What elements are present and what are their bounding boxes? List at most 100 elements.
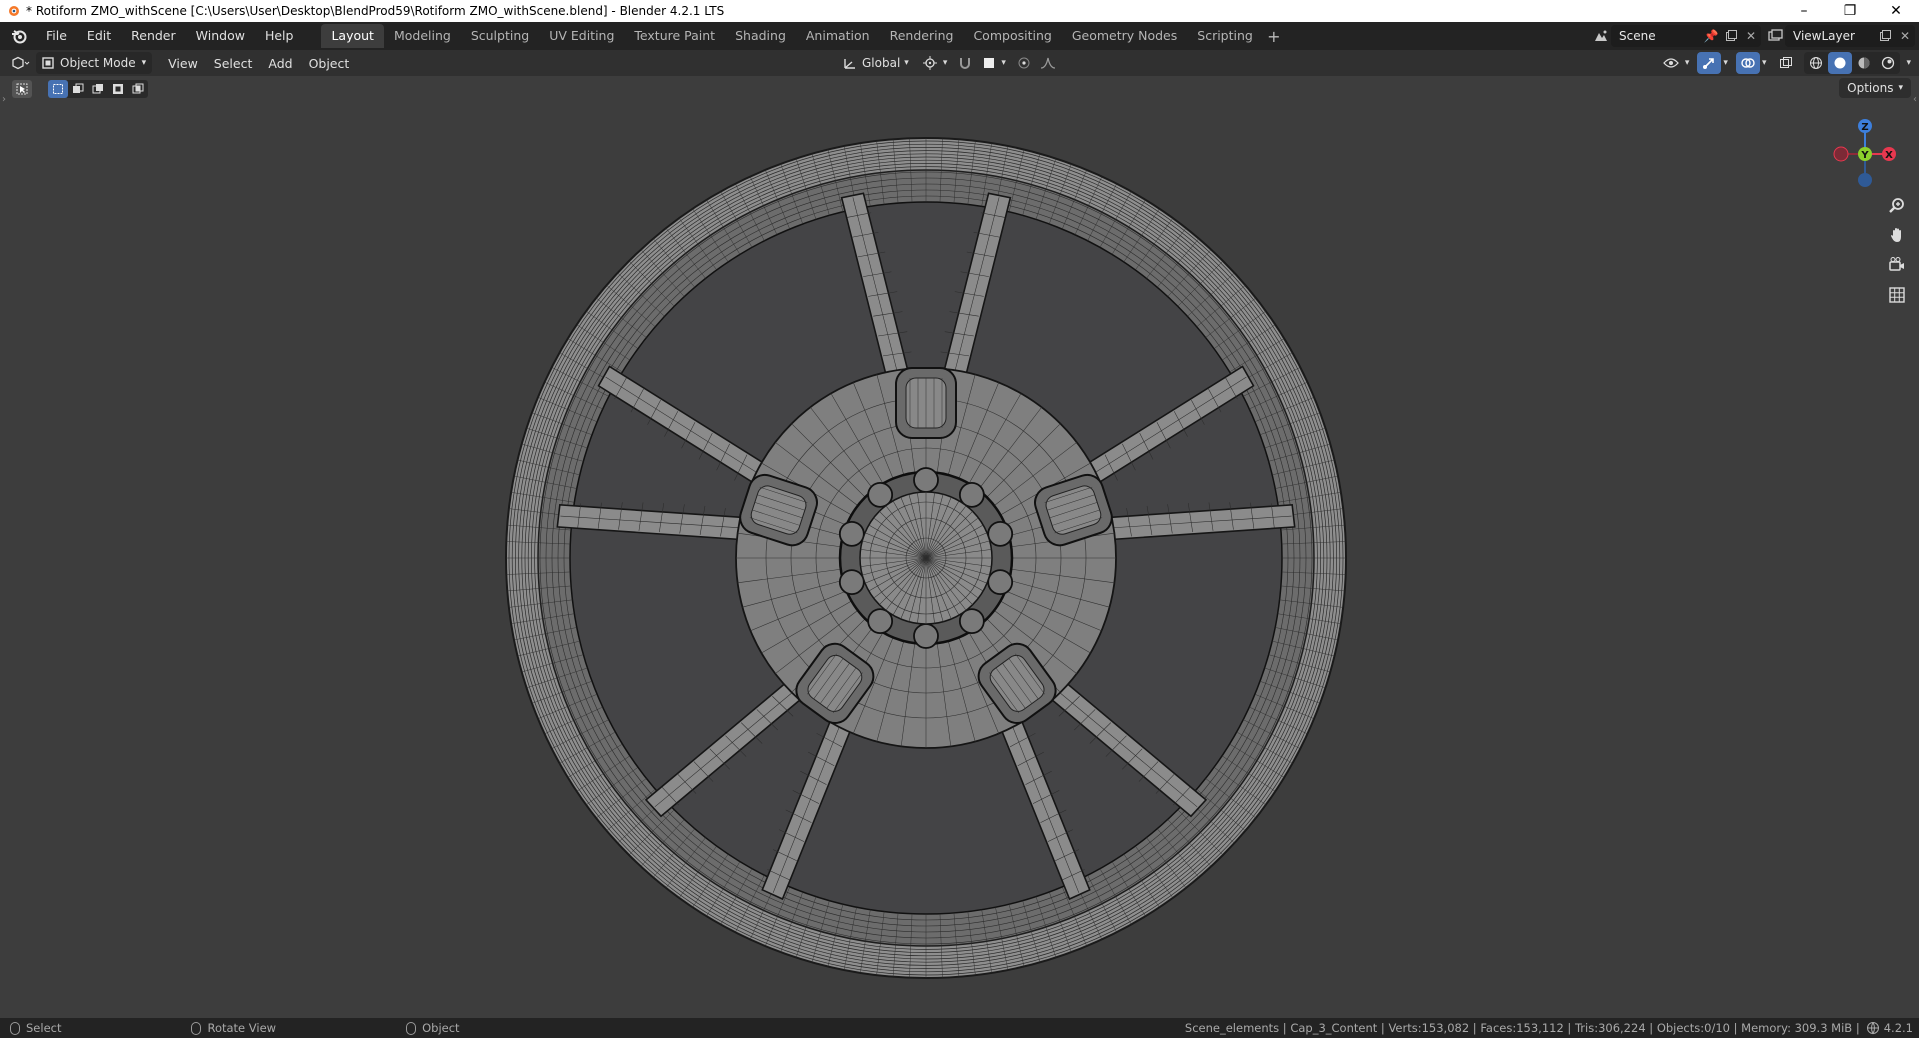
wireframe-shading-icon[interactable]: [1804, 52, 1828, 74]
x-axis-label: X: [1885, 150, 1893, 161]
delete-view-layer-icon[interactable]: ✕: [1895, 25, 1915, 47]
close-button[interactable]: ✕: [1873, 0, 1919, 22]
tab-layout[interactable]: Layout: [321, 24, 384, 48]
z-axis-label: Z: [1861, 122, 1868, 133]
stats-text: Scene_elements | Cap_3_Content | Verts:1…: [1184, 1021, 1860, 1035]
lug-bolt: [987, 569, 1014, 596]
menu-select[interactable]: Select: [206, 56, 261, 71]
chevron-down-icon: ▾: [1684, 58, 1690, 68]
select-invert-icon[interactable]: [108, 80, 128, 98]
solid-shading-icon[interactable]: [1828, 52, 1853, 74]
tab-shading[interactable]: Shading: [725, 24, 796, 48]
blender-logo-icon[interactable]: [8, 25, 30, 47]
status-bar: Select Rotate View Object Scene_elements…: [0, 1018, 1919, 1038]
toolbar-expand-icon[interactable]: ›: [2, 94, 6, 105]
minimize-button[interactable]: –: [1781, 0, 1827, 22]
top-bar: File Edit Render Window Help Layout Mode…: [0, 22, 1919, 50]
scene-selectors: Scene 📌 ✕ ViewLayer ✕: [1591, 22, 1919, 50]
y-axis-label: Y: [1860, 150, 1869, 161]
new-view-layer-icon[interactable]: [1875, 25, 1895, 47]
snap-target-icon[interactable]: [977, 52, 1001, 74]
new-scene-icon[interactable]: [1721, 25, 1741, 47]
chevron-down-icon: ▾: [1898, 83, 1903, 93]
window-titlebar: * Rotiform ZMO_withScene [C:\Users\User\…: [0, 0, 1919, 22]
tab-sculpting[interactable]: Sculpting: [461, 24, 539, 48]
select-new-icon[interactable]: [48, 80, 68, 98]
scene-selector[interactable]: Scene 📌 ✕: [1611, 25, 1761, 47]
tab-geometry-nodes[interactable]: Geometry Nodes: [1062, 24, 1187, 48]
view-layer-name: ViewLayer: [1793, 29, 1855, 43]
pin-icon[interactable]: 📌: [1701, 25, 1721, 47]
select-tool-icon[interactable]: [12, 80, 32, 98]
pivot-point-icon[interactable]: [919, 52, 943, 74]
proportional-edit-icon[interactable]: [1012, 52, 1036, 74]
overlays-icon[interactable]: [1735, 52, 1760, 74]
select-subtract-icon[interactable]: [88, 80, 108, 98]
chevron-down-icon: ▾: [1001, 58, 1006, 68]
menu-window[interactable]: Window: [186, 24, 255, 48]
falloff-icon[interactable]: [1036, 52, 1060, 74]
transform-orientation[interactable]: Global: [862, 56, 900, 70]
snap-icon[interactable]: [953, 52, 977, 74]
status-rotate-label: Rotate View: [207, 1021, 277, 1035]
sidebar-expand-icon[interactable]: ‹: [1913, 94, 1917, 105]
gizmo-toggle-icon[interactable]: [1697, 52, 1722, 74]
hub-pocket: [895, 367, 957, 439]
scene-name: Scene: [1619, 29, 1656, 43]
menu-help[interactable]: Help: [255, 24, 304, 48]
view-layer-selector[interactable]: ViewLayer ✕: [1785, 25, 1915, 47]
menu-edit[interactable]: Edit: [77, 24, 121, 48]
selection-tools: [12, 80, 148, 98]
xray-icon[interactable]: [1774, 52, 1798, 74]
menu-file[interactable]: File: [36, 24, 77, 48]
menu-view[interactable]: View: [160, 56, 206, 71]
chevron-down-icon: ▾: [141, 58, 147, 68]
navigation-gizmo[interactable]: Z Y X: [1825, 106, 1905, 196]
lug-bolt: [987, 520, 1014, 547]
menu-add[interactable]: Add: [260, 56, 300, 71]
tab-animation[interactable]: Animation: [796, 24, 880, 48]
viewport-nav-buttons: [1883, 192, 1911, 308]
camera-view-icon[interactable]: [1883, 252, 1911, 278]
tab-compositing[interactable]: Compositing: [963, 24, 1061, 48]
view-layer-icon[interactable]: [1765, 25, 1785, 47]
options-dropdown[interactable]: Options ▾: [1839, 78, 1911, 98]
neg-z-axis-handle[interactable]: [1858, 173, 1872, 187]
status-select-label: Select: [26, 1021, 62, 1035]
pan-hand-icon[interactable]: [1883, 222, 1911, 248]
select-extend-icon[interactable]: [68, 80, 88, 98]
wheel-mesh: [505, 137, 1347, 979]
rendered-shading-icon[interactable]: [1876, 52, 1900, 74]
visibility-icon[interactable]: [1659, 52, 1683, 74]
tab-scripting[interactable]: Scripting: [1187, 24, 1263, 48]
viewport-display-tools: ▾ ▾ ▾ ▾: [1659, 52, 1911, 74]
select-intersect-icon[interactable]: [128, 80, 148, 98]
tab-texture-paint[interactable]: Texture Paint: [624, 24, 725, 48]
tab-modeling[interactable]: Modeling: [384, 24, 461, 48]
restore-button[interactable]: ❐: [1827, 0, 1873, 22]
scene-type-icon[interactable]: [1591, 25, 1611, 47]
add-workspace-button[interactable]: +: [1263, 27, 1285, 46]
tab-uv-editing[interactable]: UV Editing: [539, 24, 624, 48]
material-shading-icon[interactable]: [1852, 52, 1876, 74]
menu-object[interactable]: Object: [301, 56, 358, 71]
mode-dropdown[interactable]: Object Mode ▾: [36, 52, 153, 74]
chevron-down-icon: ▾: [1723, 58, 1728, 68]
shading-modes: [1804, 52, 1901, 74]
mode-label: Object Mode: [60, 56, 136, 70]
options-label: Options: [1847, 81, 1894, 95]
3d-viewport[interactable]: Options ▾ › ‹ Z Y X: [0, 76, 1919, 1018]
delete-scene-icon[interactable]: ✕: [1741, 25, 1761, 47]
menu-render[interactable]: Render: [121, 24, 186, 48]
neg-x-axis-handle[interactable]: [1833, 146, 1849, 162]
status-select-hint: Select: [10, 1021, 61, 1035]
lug-bolt: [838, 569, 865, 596]
status-object-hint: Object: [406, 1021, 460, 1035]
zoom-icon[interactable]: [1883, 192, 1911, 218]
orientation-icon[interactable]: [838, 52, 862, 74]
lug-bolt: [838, 520, 865, 547]
chevron-down-icon: ▾: [904, 58, 909, 68]
editor-type-icon[interactable]: [8, 52, 32, 74]
tab-rendering[interactable]: Rendering: [880, 24, 964, 48]
orthographic-grid-icon[interactable]: [1883, 282, 1911, 308]
